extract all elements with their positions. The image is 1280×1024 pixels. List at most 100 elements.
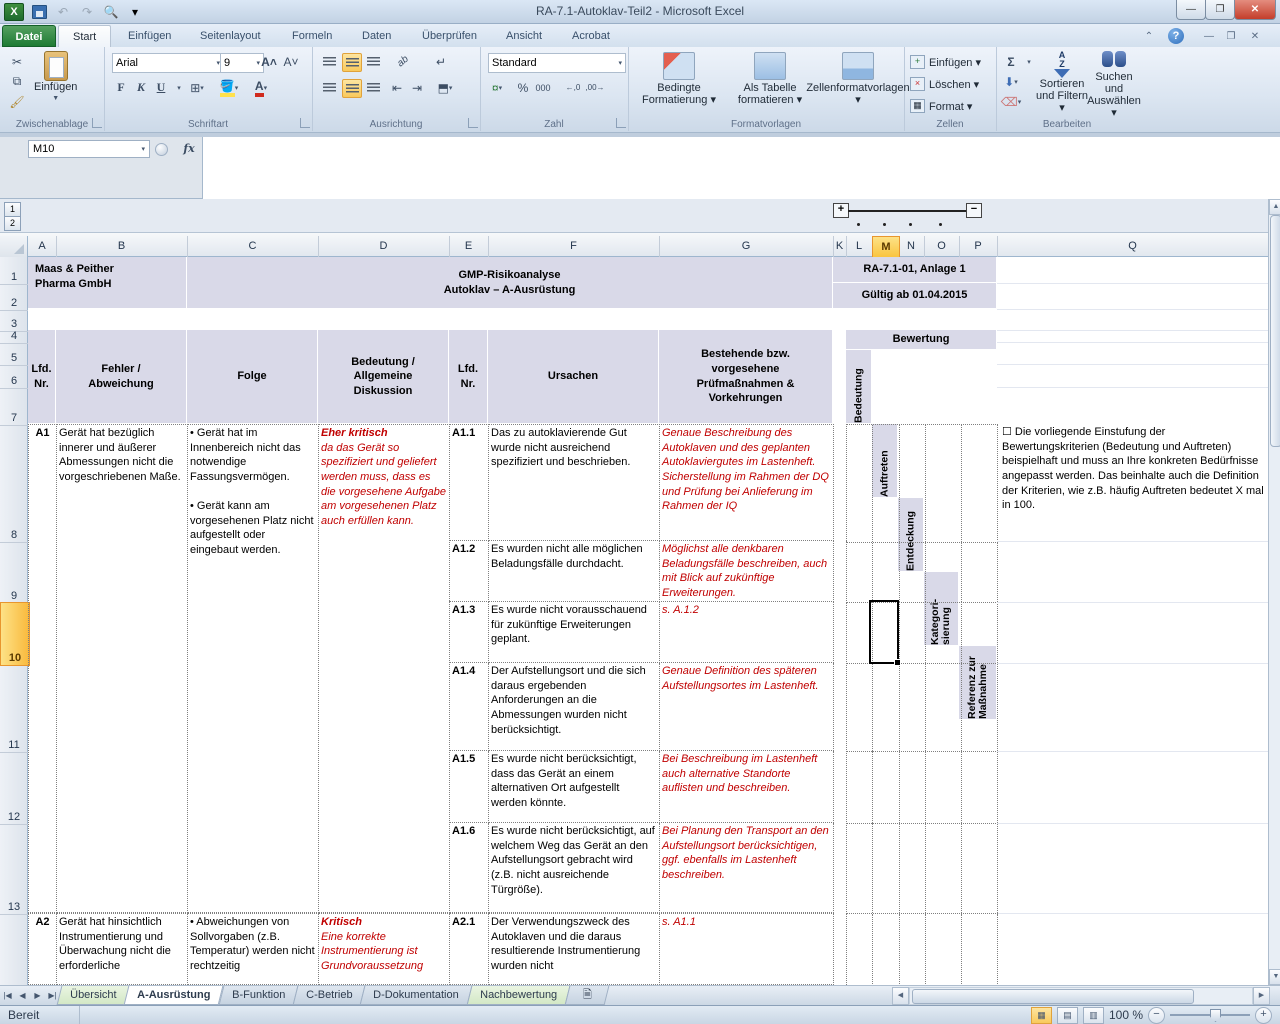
tab-acrobat[interactable]: Acrobat [558,25,624,47]
row-header-5[interactable]: 5 [0,342,28,366]
page-layout-view-icon[interactable]: ▤ [1057,1007,1078,1024]
tab-start[interactable]: Start [58,25,111,48]
workbook-restore-icon[interactable]: ❐ [1222,28,1240,44]
header-bedeutung[interactable]: Bedeutung / Allgemeine Diskussion [318,330,449,424]
cell-a1-bedeutung[interactable]: Eher kritisch da das Gerät so spezifizie… [318,424,450,913]
horizontal-scrollbar[interactable]: ◀ ▶ [892,986,1270,1006]
tab-ansicht[interactable]: Ansicht [492,25,556,47]
cell-a15-ursache[interactable]: Es wurde nicht berücksichtigt, dass das … [488,751,660,823]
rating-row[interactable] [846,823,998,914]
cell-a12-ursache[interactable]: Es wurden nicht alle möglichen Beladungs… [488,541,660,602]
cell-a2-fehler[interactable]: Gerät hat hinsichtlich Instrumentierung … [56,913,188,985]
name-box[interactable]: M10 ▾ [28,140,150,158]
increase-decimal-icon[interactable]: ←,0 [564,79,582,96]
col-header-O[interactable]: O [924,236,960,257]
paste-button[interactable]: Einfügen▼ [34,51,77,105]
formula-options-icon[interactable] [155,143,168,156]
bold-icon[interactable]: F [112,79,130,96]
next-sheet-icon[interactable]: ▶ [30,986,45,1005]
fill-handle[interactable] [894,659,901,666]
cell-a14-ursache[interactable]: Der Aufstellungsort und die sich daraus … [488,663,660,751]
cell-a11-ursache[interactable]: Das zu autoklavierende Gut wurde nicht a… [488,424,660,541]
cell-a16-massnahme[interactable]: Bei Planung den Transport an den Aufstel… [659,823,834,913]
col-header-C[interactable]: C [187,236,319,257]
header-lfd-nr[interactable]: Lfd. Nr. [28,330,56,424]
row-header-2[interactable]: 2 [0,283,28,311]
cell-styles-button[interactable]: Zellenformatvorlagen ▾ [816,52,900,106]
row-header-3[interactable]: 3 [0,309,28,332]
font-dialog-launcher[interactable] [300,118,310,128]
borders-icon[interactable]: ⊞▾ [188,79,206,96]
cell-a13-massnahme[interactable]: s. A.1.2 [659,602,834,663]
col-header-D[interactable]: D [318,236,450,257]
close-button[interactable]: ✕ [1234,0,1276,20]
workbook-minimize-icon[interactable]: — [1200,28,1218,44]
prev-sheet-icon[interactable]: ◀ [15,986,30,1005]
sheet-tab-b-funktion[interactable]: B-Funktion [218,986,298,1005]
scroll-down-icon[interactable]: ▼ [1269,969,1280,985]
align-center-icon[interactable] [342,79,362,98]
rating-row[interactable] [846,541,998,603]
collapse-ribbon-icon[interactable]: ⌃ [1140,28,1158,44]
thousands-icon[interactable]: 000 [534,79,552,96]
underline-dropdown-icon[interactable]: ▾ [170,79,188,96]
zoom-in-icon[interactable]: + [1255,1007,1272,1024]
alignment-dialog-launcher[interactable] [468,118,478,128]
header-lfd-nr2[interactable]: Lfd. Nr. [449,330,488,424]
active-cell-M10[interactable] [869,600,899,664]
cell-a14-id[interactable]: A1.4 [449,663,489,751]
horizontal-scroll-track[interactable] [909,987,1253,1005]
col-header-P[interactable]: P [959,236,998,257]
format-as-table-button[interactable]: Als Tabelle formatieren ▾ [728,52,812,106]
sheet-tab-d-dokumentation[interactable]: D-Dokumentation [360,986,472,1005]
cell-company[interactable]: Maas & Peither Pharma GmbH [28,257,187,309]
row-header-12[interactable]: 12 [0,751,28,825]
col-header-Q[interactable]: Q [997,236,1269,257]
sheet-tab-nachbewertung[interactable]: Nachbewertung [467,986,571,1005]
cell-a1-folge[interactable]: • Gerät hat im Innenbereich nicht das no… [187,424,319,913]
restore-button[interactable]: ❐ [1205,0,1235,20]
normal-view-icon[interactable]: ▦ [1031,1007,1052,1024]
cell-a15-massnahme[interactable]: Bei Beschreibung im Lastenheft auch alte… [659,751,834,823]
cell-a13-ursache[interactable]: Es wurde nicht vorausschauend für zukünf… [488,602,660,663]
clear-icon[interactable]: ⌫▾ [1002,93,1020,110]
italic-icon[interactable]: K [132,79,150,96]
rating-row[interactable] [846,913,998,985]
rating-row[interactable] [846,424,998,543]
tab-seitenlayout[interactable]: Seitenlayout [186,25,275,47]
col-header-A[interactable]: A [28,236,57,257]
header-folge[interactable]: Folge [187,330,318,424]
format-painter-icon[interactable]: 🖌 [8,93,26,110]
grow-font-icon[interactable]: A˄ [260,53,278,70]
cell-a12-id[interactable]: A1.2 [449,541,489,602]
col-header-B[interactable]: B [56,236,188,257]
sheet-tab-a-ausruestung[interactable]: A-Ausrüstung [124,986,224,1005]
insert-cells-button[interactable]: + Einfügen ▾ [910,53,981,71]
increase-indent-icon[interactable]: ⇥ [408,79,426,96]
row-header-9[interactable]: 9 [0,541,28,604]
cell-a12-massnahme[interactable]: Möglichst alle denkbaren Beladungsfälle … [659,541,834,602]
rating-row[interactable] [846,663,998,752]
shrink-font-icon[interactable]: A˅ [282,53,300,70]
col-header-F[interactable]: F [488,236,660,257]
row-header-7[interactable]: 7 [0,387,28,426]
vertical-scroll-thumb[interactable] [1270,215,1280,447]
cell-a2-id[interactable]: A2 [28,913,57,985]
number-format-combo[interactable]: Standard▾ [488,53,626,73]
zoom-slider[interactable] [1170,1014,1250,1016]
cut-icon[interactable]: ✂ [8,53,26,70]
cell-a16-ursache[interactable]: Es wurde nicht berücksichtigt, auf welch… [488,823,660,913]
font-color-icon[interactable]: A▾ [252,79,270,96]
header-ursachen[interactable]: Ursachen [488,330,659,424]
cell-a14-massnahme[interactable]: Genaue Definition des späteren Aufstellu… [659,663,834,751]
cell-a15-id[interactable]: A1.5 [449,751,489,823]
insert-worksheet-icon[interactable]: 🗎 [565,986,610,1005]
conditional-formatting-button[interactable]: Bedingte Formatierung ▾ [636,52,722,106]
cell-valid-from[interactable]: Gültig ab 01.04.2015 [833,283,997,309]
font-size-combo[interactable]: 9▾ [220,53,264,73]
cell-a2-folge[interactable]: • Abweichungen von Sollvorgaben (z.B. Te… [187,913,319,985]
vertical-scrollbar[interactable]: ▲ ▼ [1268,199,1280,985]
fill-color-icon[interactable]: 🪣▾ [220,79,238,96]
decrease-indent-icon[interactable]: ⇤ [388,79,406,96]
outline-expand-icon[interactable]: + [833,203,849,218]
